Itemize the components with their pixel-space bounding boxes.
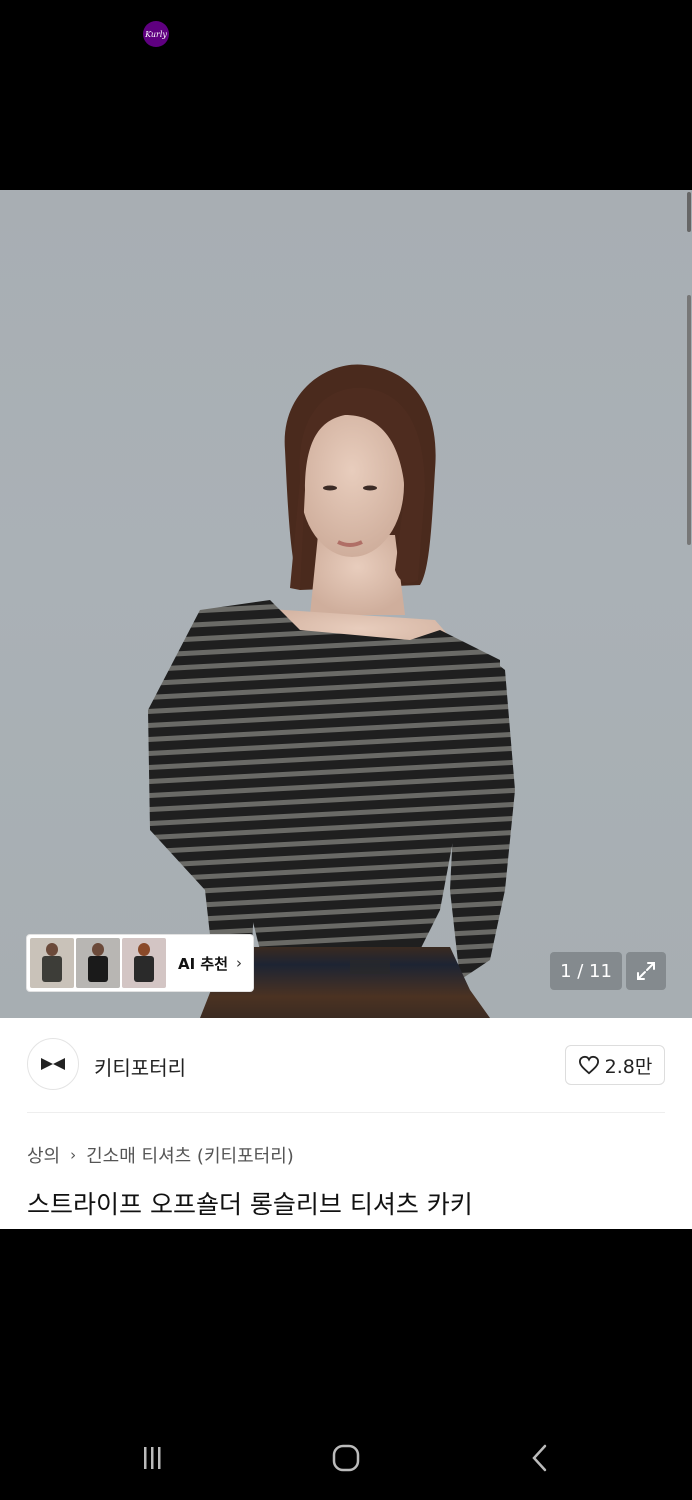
brand-name[interactable]: 키티포터리	[94, 1052, 186, 1081]
image-counter: 1 / 11	[550, 952, 622, 990]
product-title: 스트라이프 오프숄더 롱슬리브 티셔츠 카키	[27, 1190, 473, 1219]
like-count: 2.8만	[604, 1055, 653, 1078]
breadcrumb: 상의 › 긴소매 티셔츠 (키티포터리)	[27, 1142, 294, 1168]
like-button[interactable]: 2.8만	[565, 1045, 665, 1085]
back-icon	[532, 1444, 547, 1472]
back-button[interactable]	[520, 1440, 560, 1476]
breadcrumb-subcategory[interactable]: 긴소매 티셔츠 (키티포터리)	[86, 1142, 294, 1168]
kurly-app-icon: Kurly	[143, 21, 169, 47]
product-image-gallery[interactable]: AI 추천 › 1 / 11	[0, 190, 692, 1018]
scrollbar[interactable]	[687, 295, 691, 545]
ai-thumb-2[interactable]	[76, 938, 120, 988]
brand-row: 키티포터리 2.8만	[0, 1018, 692, 1113]
product-detail-page: AI 추천 › 1 / 11 키티포터리 2.8만 상의 › 긴소매 티셔츠 (…	[0, 190, 692, 1229]
home-icon	[332, 1444, 360, 1472]
chevron-right-icon: ›	[70, 1146, 77, 1164]
home-button[interactable]	[326, 1440, 366, 1476]
status-bar: Kurly	[0, 0, 692, 190]
ai-thumb-1[interactable]	[30, 938, 74, 988]
ai-recommend-button[interactable]: AI 추천 ›	[26, 934, 254, 992]
expand-button[interactable]	[626, 952, 666, 990]
heart-icon	[578, 1055, 599, 1075]
expand-icon	[637, 962, 655, 980]
product-photo	[148, 364, 515, 1018]
recent-apps-icon	[144, 1447, 161, 1469]
chevron-right-icon: ›	[236, 954, 243, 972]
divider	[27, 1112, 665, 1113]
scrollbar-top	[687, 192, 691, 232]
ai-thumb-3[interactable]	[122, 938, 166, 988]
recent-apps-button[interactable]	[132, 1440, 172, 1476]
brand-logo[interactable]	[27, 1038, 79, 1090]
ai-recommend-label: AI 추천	[178, 954, 229, 973]
brand-logo-icon	[41, 1058, 65, 1070]
breadcrumb-category[interactable]: 상의	[27, 1142, 60, 1168]
